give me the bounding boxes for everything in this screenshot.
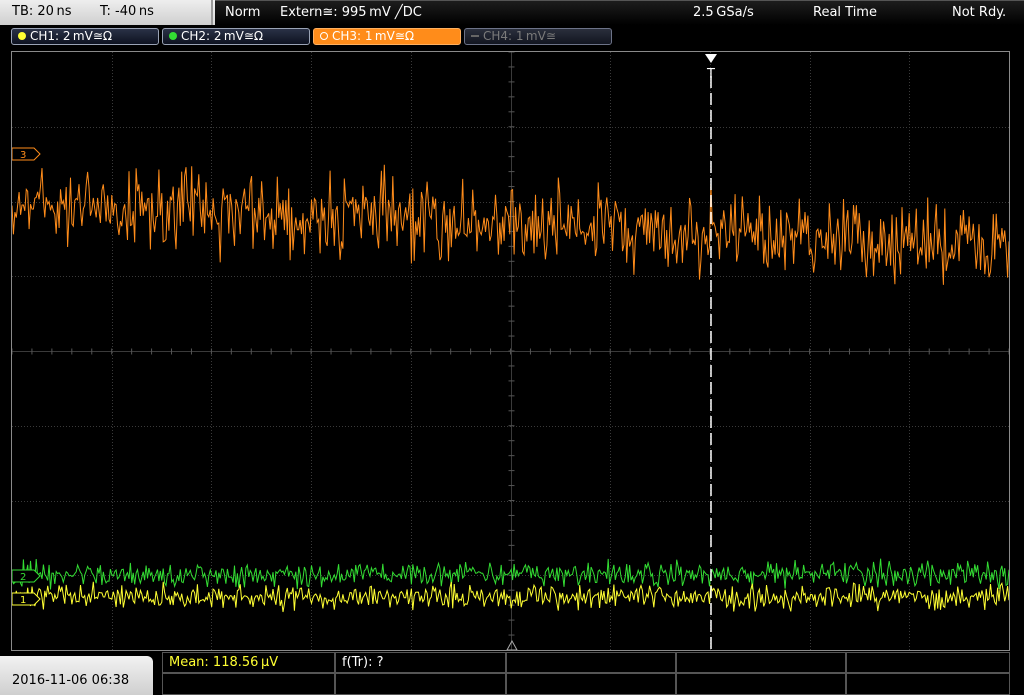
measurement-slot-6[interactable] — [162, 673, 335, 695]
tab-ch3[interactable]: CH3: 1 mV≅Ω — [313, 28, 461, 45]
timebase-readout[interactable]: TB: 20 ns — [12, 4, 72, 19]
ch3-indicator-icon — [320, 32, 328, 40]
ch1-label: CH1: 2 mV≅Ω — [30, 29, 113, 43]
ch3-offset-label: 3 — [20, 150, 26, 161]
datetime-panel: 2016-11-06 06:38 — [0, 656, 153, 695]
trigger-panel: Norm Extern≅: 995 mV ╱DC 2.5 GSa/s Real … — [215, 0, 1024, 25]
waveform-display[interactable]: T 3 2 1 — [11, 51, 1010, 651]
sample-rate: 2.5 GSa/s — [693, 5, 754, 20]
ch3-label: CH3: 1 mV≅Ω — [332, 29, 415, 43]
status-bar: TB: 20 ns T: -40 ns Norm Extern≅: 995 mV… — [0, 0, 1024, 25]
ch1-waveform — [12, 581, 1009, 613]
channel-bar: CH1: 2 mV≅Ω CH2: 2 mV≅Ω CH3: 1 mV≅Ω CH4:… — [0, 25, 1024, 48]
graticule — [12, 52, 1009, 650]
measurement-mean[interactable]: Mean: 118.56 µV — [162, 652, 335, 673]
trigger-arrow-icon[interactable] — [705, 54, 717, 63]
trigger-marker: T — [706, 67, 715, 82]
ch1-offset-label: 1 — [20, 595, 26, 606]
measurement-slot-4[interactable] — [676, 652, 846, 673]
datetime: 2016-11-06 06:38 — [12, 673, 130, 688]
tab-ch2[interactable]: CH2: 2 mV≅Ω — [162, 28, 310, 45]
timebase-panel[interactable]: TB: 20 ns T: -40 ns — [0, 0, 213, 25]
measurement-freq[interactable]: f(Tr): ? — [335, 652, 506, 673]
acquisition-mode: Real Time — [813, 5, 877, 20]
tab-ch1[interactable]: CH1: 2 mV≅Ω — [11, 28, 159, 45]
measurement-slot-3[interactable] — [506, 652, 676, 673]
waveform-svg: T 3 2 1 — [12, 52, 1009, 650]
measurement-slot-5[interactable] — [846, 652, 1010, 673]
measurement-slot-7[interactable] — [335, 673, 506, 695]
acquisition-state: Not Rdy. — [952, 5, 1007, 20]
ch3-waveform — [12, 164, 1009, 285]
ch2-offset-marker[interactable]: 2 — [12, 569, 41, 583]
trigger-position-readout[interactable]: T: -40 ns — [100, 4, 154, 19]
trigger-mode[interactable]: Norm — [225, 5, 260, 20]
ch3-offset-marker[interactable]: 3 — [12, 147, 41, 161]
ch2-label: CH2: 2 mV≅Ω — [181, 29, 264, 43]
trigger-source[interactable]: Extern≅: 995 mV ╱DC — [280, 5, 422, 20]
measurement-slot-9[interactable] — [676, 673, 846, 695]
ch4-off-icon — [471, 35, 479, 37]
ch2-offset-label: 2 — [20, 572, 26, 583]
ch1-indicator-icon — [18, 32, 26, 40]
measurement-slot-8[interactable] — [506, 673, 676, 695]
ch4-label: CH4: 1 mV≅ — [483, 29, 556, 43]
measurement-slot-10[interactable] — [846, 673, 1010, 695]
ch2-indicator-icon — [169, 32, 177, 40]
tab-ch4[interactable]: CH4: 1 mV≅ — [464, 28, 612, 45]
